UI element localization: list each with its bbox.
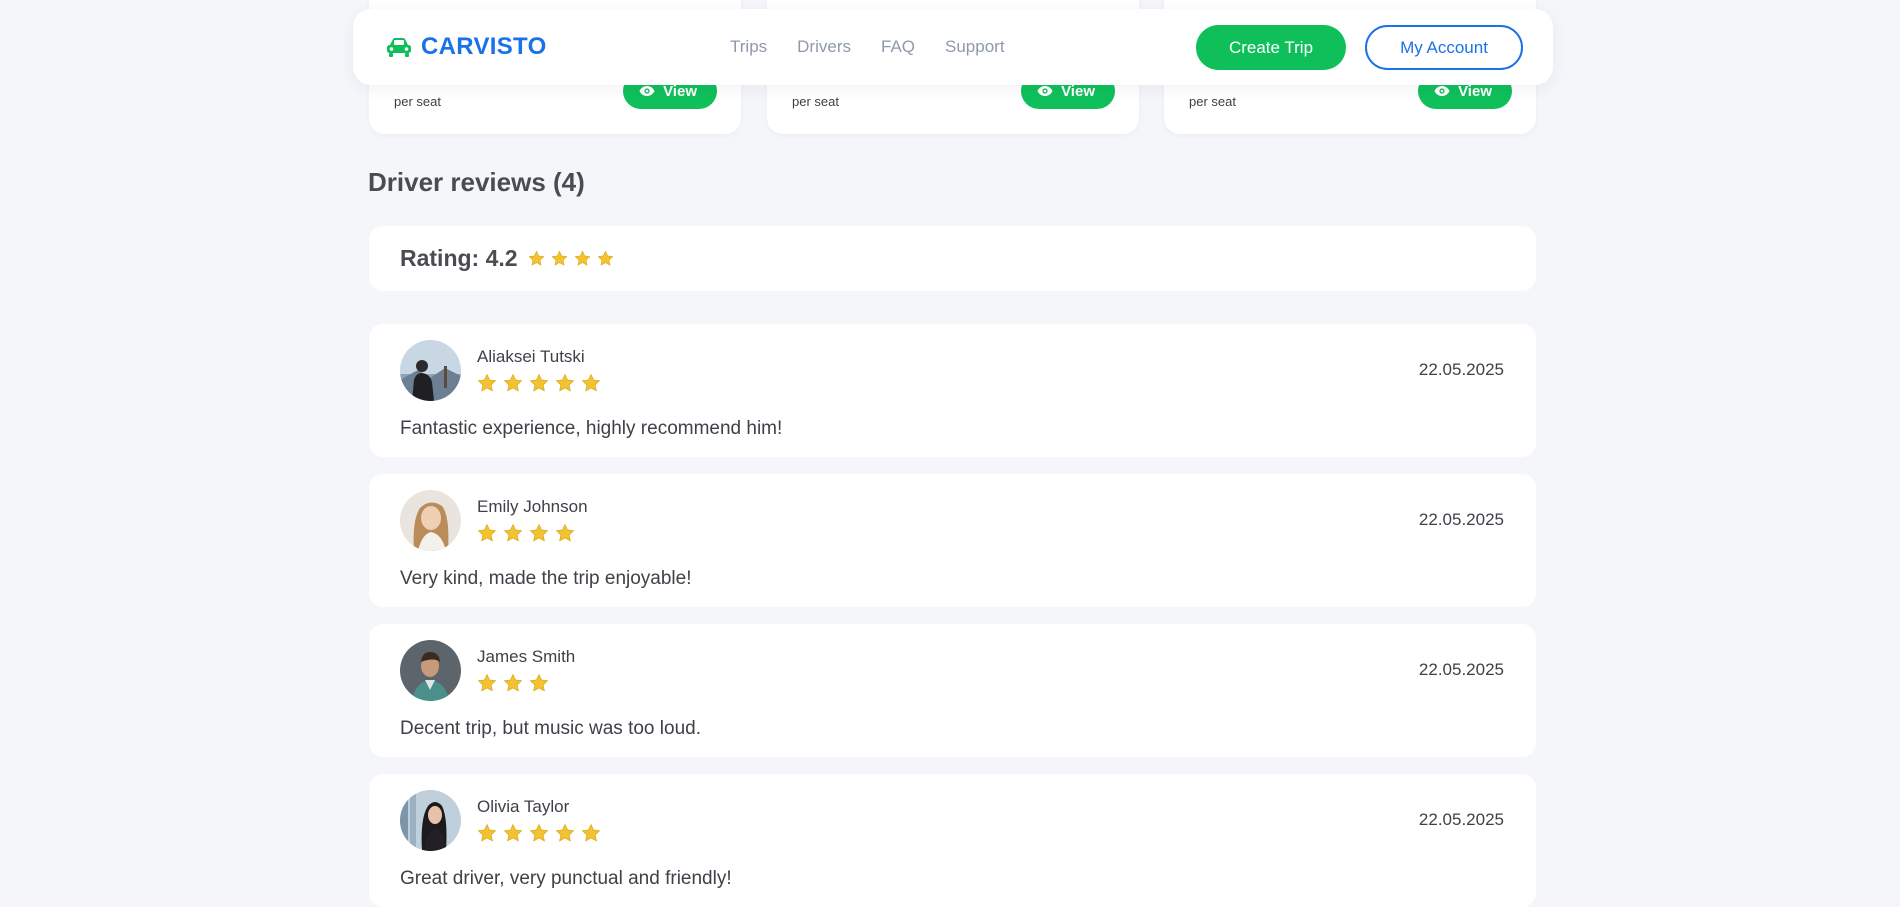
star-icon	[574, 250, 591, 267]
car-icon	[385, 36, 413, 58]
site-header: CARVISTO Trips Drivers FAQ Support Creat…	[353, 9, 1553, 85]
star-icon	[503, 373, 523, 393]
star-icon	[597, 250, 614, 267]
star-icon	[503, 823, 523, 843]
star-icon	[477, 523, 497, 543]
nav-support[interactable]: Support	[945, 37, 1005, 57]
star-icon	[477, 673, 497, 693]
avatar	[400, 790, 461, 851]
review-date: 22.05.2025	[1418, 810, 1504, 829]
star-icon	[503, 673, 523, 693]
logo-link[interactable]: CARVISTO	[385, 33, 547, 61]
main-nav: Trips Drivers FAQ Support	[730, 37, 1005, 57]
reviews-title: Driver reviews (4)	[368, 167, 585, 197]
eye-icon	[639, 85, 655, 97]
star-icon	[551, 250, 568, 267]
review-stars	[477, 673, 549, 693]
review-date: 22.05.2025	[1418, 510, 1504, 529]
review-text: Great driver, very punctual and friendly…	[400, 868, 732, 889]
rating-summary: Rating: 4.2	[369, 226, 1536, 291]
star-icon	[529, 673, 549, 693]
logo-text: CARVISTO	[421, 33, 547, 60]
create-trip-button[interactable]: Create Trip	[1196, 25, 1346, 70]
star-icon	[503, 523, 523, 543]
review-stars	[477, 373, 601, 393]
star-icon	[555, 523, 575, 543]
my-account-button[interactable]: My Account	[1365, 25, 1523, 70]
eye-icon	[1037, 85, 1053, 97]
view-label: View	[1061, 82, 1095, 100]
avatar	[400, 340, 461, 401]
review-stars	[477, 523, 575, 543]
avatar	[400, 490, 461, 551]
review-stars	[477, 823, 601, 843]
star-icon	[477, 823, 497, 843]
eye-icon	[1434, 85, 1450, 97]
review-card: Aliaksei Tutski 22.05.2025 Fantastic exp…	[369, 324, 1536, 457]
star-icon	[529, 373, 549, 393]
star-icon	[555, 373, 575, 393]
nav-faq[interactable]: FAQ	[881, 37, 915, 57]
review-date: 22.05.2025	[1418, 360, 1504, 379]
rating-stars	[528, 250, 614, 267]
view-label: View	[663, 82, 697, 100]
star-icon	[529, 823, 549, 843]
reviewer-name: Aliaksei Tutski	[477, 347, 585, 366]
review-card: James Smith 22.05.2025 Decent trip, but …	[369, 624, 1536, 757]
reviewer-name: Olivia Taylor	[477, 797, 570, 816]
review-date: 22.05.2025	[1418, 660, 1504, 679]
price-unit: per seat	[1189, 94, 1236, 109]
review-text: Decent trip, but music was too loud.	[400, 718, 701, 739]
price-unit: per seat	[394, 94, 441, 109]
star-icon	[529, 523, 549, 543]
nav-trips[interactable]: Trips	[730, 37, 767, 57]
review-text: Fantastic experience, highly recommend h…	[400, 418, 783, 439]
reviewer-name: Emily Johnson	[477, 497, 588, 516]
price-unit: per seat	[792, 94, 839, 109]
rating-label: Rating: 4.2	[400, 245, 518, 271]
star-icon	[477, 373, 497, 393]
view-label: View	[1458, 82, 1492, 100]
star-icon	[555, 823, 575, 843]
review-card: Olivia Taylor 22.05.2025 Great driver, v…	[369, 774, 1536, 907]
reviewer-name: James Smith	[477, 647, 576, 666]
avatar	[400, 640, 461, 701]
star-icon	[528, 250, 545, 267]
nav-drivers[interactable]: Drivers	[797, 37, 851, 57]
star-icon	[581, 823, 601, 843]
star-icon	[581, 373, 601, 393]
review-text: Very kind, made the trip enjoyable!	[400, 568, 692, 589]
review-card: Emily Johnson 22.05.2025 Very kind, made…	[369, 474, 1536, 607]
